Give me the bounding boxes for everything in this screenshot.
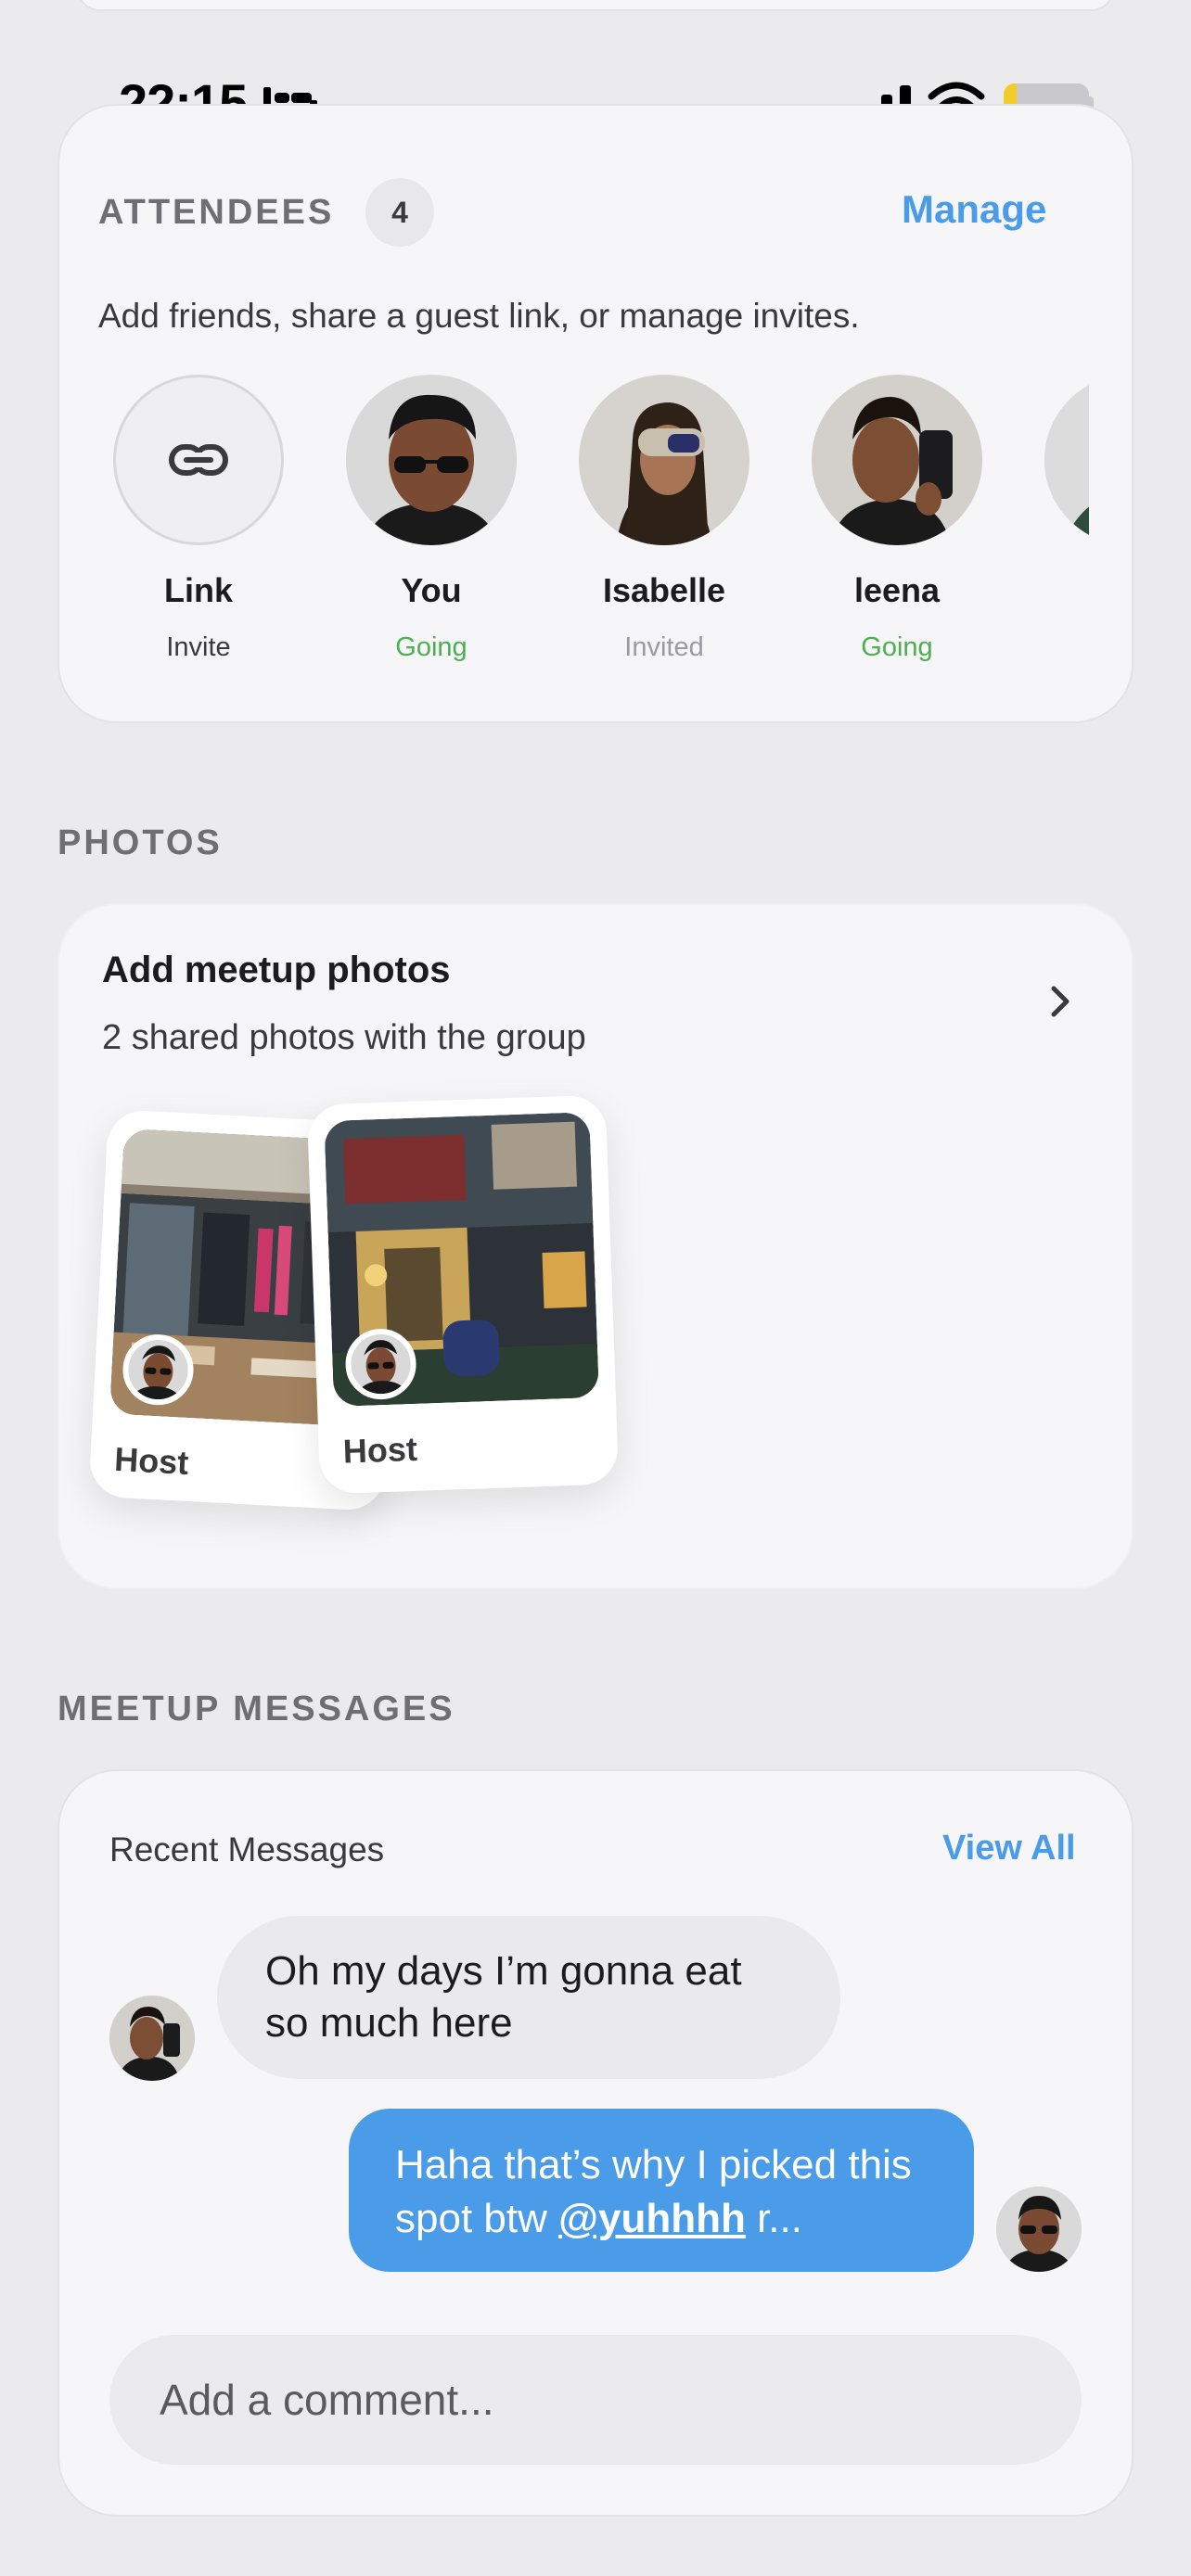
view-all-button[interactable]: View All [942, 1829, 1076, 1868]
attendee-name: leena [853, 571, 941, 609]
attendees-description: Add friends, share a guest link, or mana… [98, 297, 860, 335]
avatar[interactable] [109, 1996, 195, 2081]
attendees-title: ATTENDEES [98, 193, 335, 232]
photos-card-subtitle: 2 shared photos with the group [102, 1018, 586, 1057]
avatar[interactable] [1044, 375, 1089, 545]
photo-thumbnail[interactable] [324, 1112, 599, 1407]
recent-messages-label: Recent Messages [109, 1830, 385, 1868]
photo-host-label: Host [342, 1429, 418, 1471]
avatar-photo-leena [812, 375, 982, 545]
attendee-link[interactable]: Link Invite [83, 375, 314, 663]
attendee-status: I [1014, 571, 1089, 602]
avatar-photo-you [996, 2187, 1082, 2272]
attendee-name: Isabelle [602, 571, 726, 609]
incoming-message-bubble[interactable]: Oh my days I’m gonna eat so much here [217, 1916, 840, 2079]
attendee-status: Invited [624, 632, 704, 662]
attendee-leena[interactable]: leena Going [781, 375, 1013, 663]
photos-card-title: Add meetup photos [102, 950, 451, 990]
previous-card-edge [76, 0, 1115, 11]
avatar-photo-leena [109, 1996, 195, 2081]
incoming-message-text: Oh my days I’m gonna eat so much here [265, 1948, 742, 2046]
avatar[interactable] [996, 2187, 1082, 2272]
attendee-name: Link [163, 571, 233, 609]
attendees-count-badge: 4 [365, 178, 434, 247]
photos-section-title: PHOTOS [58, 823, 223, 862]
comment-input[interactable] [109, 2335, 1082, 2465]
attendee-you[interactable]: You Going [315, 375, 547, 663]
avatar-photo-isabelle [579, 375, 749, 545]
chevron-right-icon[interactable] [1044, 983, 1078, 1020]
avatar[interactable] [346, 375, 517, 545]
avatar-photo-partial [1044, 375, 1089, 545]
outgoing-message-bubble[interactable]: Haha that’s why I picked this spot btw @… [349, 2109, 974, 2272]
attendee-isabelle[interactable]: Isabelle Invited [548, 375, 780, 663]
attendees-row[interactable]: Link Invite You Going Isabelle Invited l… [58, 375, 1089, 690]
attendee-partial[interactable]: I [1014, 375, 1089, 602]
avatar[interactable] [579, 375, 749, 545]
outgoing-message-text-end: r... [745, 2196, 802, 2241]
photo-host-label: Host [113, 1439, 190, 1482]
avatar[interactable] [812, 375, 982, 545]
avatar-photo-you [346, 375, 517, 545]
manage-button[interactable]: Manage [902, 187, 1046, 232]
photo-card[interactable]: Host [306, 1094, 620, 1495]
messages-section-title: MEETUP MESSAGES [58, 1690, 455, 1728]
attendee-status: Invite [166, 632, 231, 662]
attendee-status: Going [861, 632, 933, 662]
attendee-status: Going [395, 632, 467, 662]
mention-link[interactable]: @yuhhhh [558, 2196, 746, 2241]
link-avatar[interactable] [113, 375, 284, 545]
attendee-name: You [401, 571, 462, 609]
link-icon [169, 444, 228, 476]
